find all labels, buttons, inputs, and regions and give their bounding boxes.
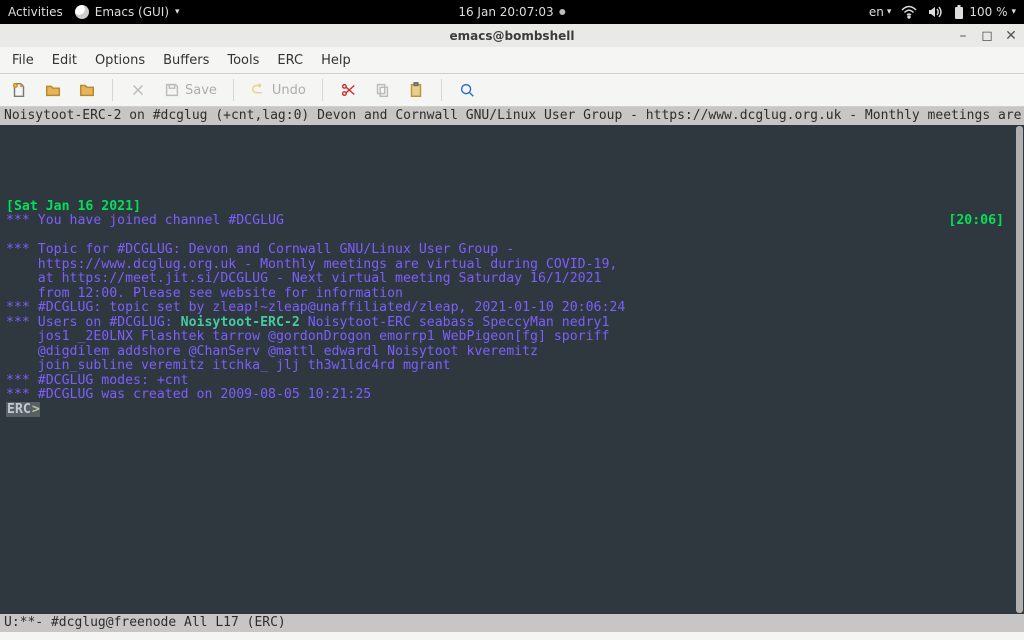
erc-date-header: [Sat Jan 16 2021] bbox=[6, 199, 141, 214]
erc-users-line: @digdilem addshore @ChanServ @mattl edwa… bbox=[6, 344, 538, 359]
toolbar-separator bbox=[233, 79, 234, 101]
erc-users-line: join_subline veremitz itchka_ jlj th3w1l… bbox=[6, 358, 451, 373]
erc-buffer[interactable]: [Sat Jan 16 2021] *** You have joined ch… bbox=[0, 125, 1024, 614]
battery-indicator[interactable]: 100 % ▾ bbox=[953, 4, 1016, 20]
window-titlebar: emacs@bombshell – ◻ ✕ bbox=[0, 24, 1024, 47]
minibuffer[interactable] bbox=[0, 632, 1024, 640]
cut-button[interactable] bbox=[335, 79, 361, 101]
save-label: Save bbox=[185, 83, 217, 98]
new-file-button[interactable] bbox=[6, 79, 32, 101]
erc-users-line: *** Users on #DCGLUG: Noisytoot-ERC-2 No… bbox=[6, 315, 609, 330]
menu-buffers[interactable]: Buffers bbox=[163, 53, 209, 68]
menu-erc[interactable]: ERC bbox=[277, 53, 303, 68]
cancel-button bbox=[125, 79, 151, 101]
window-title: emacs@bombshell bbox=[450, 29, 575, 43]
toolbar: Save Undo bbox=[0, 74, 1024, 107]
empty-line bbox=[6, 170, 14, 185]
erc-prompt[interactable]: ERC> bbox=[6, 402, 40, 417]
search-icon bbox=[458, 81, 476, 99]
empty-line bbox=[6, 184, 14, 199]
gnome-topbar: Activities Emacs (GUI) ▾ 16 Jan 20:07:03… bbox=[0, 0, 1024, 24]
erc-users-line: jos1 _2E0LNX Flashtek tarrow @gordonDrog… bbox=[6, 329, 609, 344]
toolbar-separator bbox=[441, 79, 442, 101]
erc-topic-line: from 12:00. Please see website for infor… bbox=[6, 286, 403, 301]
clipboard-icon bbox=[407, 81, 425, 99]
menu-file[interactable]: File bbox=[12, 53, 34, 68]
activities-button[interactable]: Activities bbox=[8, 5, 63, 19]
open-folder-button[interactable] bbox=[74, 79, 100, 101]
battery-icon bbox=[953, 4, 965, 20]
erc-timestamp: [20:06] bbox=[948, 214, 1004, 229]
new-file-icon bbox=[10, 81, 28, 99]
undo-arrow-icon bbox=[250, 81, 268, 99]
erc-header-line: Noisytoot-ERC-2 on #dcglug (+cnt,lag:0) … bbox=[0, 107, 1024, 125]
menu-help[interactable]: Help bbox=[321, 53, 351, 68]
erc-join-line: *** You have joined channel #DCGLUG[20:0… bbox=[6, 214, 1018, 229]
scissors-icon bbox=[339, 81, 357, 99]
minimize-button[interactable]: – bbox=[956, 29, 970, 43]
emacs-mode-line: U:**- #dcglug@freenode All L17 (ERC) bbox=[0, 614, 1024, 632]
notification-dot-icon bbox=[560, 9, 566, 15]
toolbar-separator bbox=[112, 79, 113, 101]
search-button[interactable] bbox=[454, 79, 480, 101]
menu-tools[interactable]: Tools bbox=[227, 53, 259, 68]
chevron-down-icon: ▾ bbox=[175, 7, 180, 17]
x-icon bbox=[129, 81, 147, 99]
maximize-button[interactable]: ◻ bbox=[980, 29, 994, 43]
erc-self-nick: Noisytoot-ERC-2 bbox=[181, 315, 300, 330]
floppy-icon bbox=[163, 81, 181, 99]
folder-icon bbox=[78, 81, 96, 99]
paste-button[interactable] bbox=[403, 79, 429, 101]
save-button: Save bbox=[159, 79, 221, 101]
erc-topic-line: *** Topic for #DCGLUG: Devon and Cornwal… bbox=[6, 242, 514, 257]
undo-label: Undo bbox=[272, 83, 306, 98]
emacs-app-icon bbox=[75, 5, 89, 19]
lang-indicator[interactable]: en▾ bbox=[869, 5, 892, 19]
erc-topic-line: at https://meet.jit.si/DCGLUG - Next vir… bbox=[6, 271, 601, 286]
menu-options[interactable]: Options bbox=[95, 53, 145, 68]
app-menu[interactable]: Emacs (GUI) ▾ bbox=[75, 5, 180, 19]
toolbar-separator bbox=[322, 79, 323, 101]
copy-icon bbox=[373, 81, 391, 99]
app-name-label: Emacs (GUI) bbox=[95, 5, 169, 19]
menu-edit[interactable]: Edit bbox=[52, 53, 77, 68]
volume-icon[interactable] bbox=[927, 5, 943, 19]
folder-open-icon bbox=[44, 81, 62, 99]
open-button[interactable] bbox=[40, 79, 66, 101]
undo-button: Undo bbox=[246, 79, 310, 101]
empty-line bbox=[6, 155, 14, 170]
clock-label[interactable]: 16 Jan 20:07:03 bbox=[458, 5, 553, 19]
copy-button bbox=[369, 79, 395, 101]
erc-modes-line: *** #DCGLUG modes: +cnt bbox=[6, 373, 189, 388]
erc-created-line: *** #DCGLUG was created on 2009-08-05 10… bbox=[6, 387, 371, 402]
scrollbar[interactable] bbox=[1016, 126, 1023, 613]
erc-topic-line: https://www.dcglug.org.uk - Monthly meet… bbox=[6, 257, 617, 272]
erc-topic-set-line: *** #DCGLUG: topic set by zleap!~zleap@u… bbox=[6, 300, 625, 315]
close-button[interactable]: ✕ bbox=[1004, 29, 1018, 43]
menubar: File Edit Options Buffers Tools ERC Help bbox=[0, 47, 1024, 74]
wifi-icon[interactable] bbox=[901, 5, 917, 19]
